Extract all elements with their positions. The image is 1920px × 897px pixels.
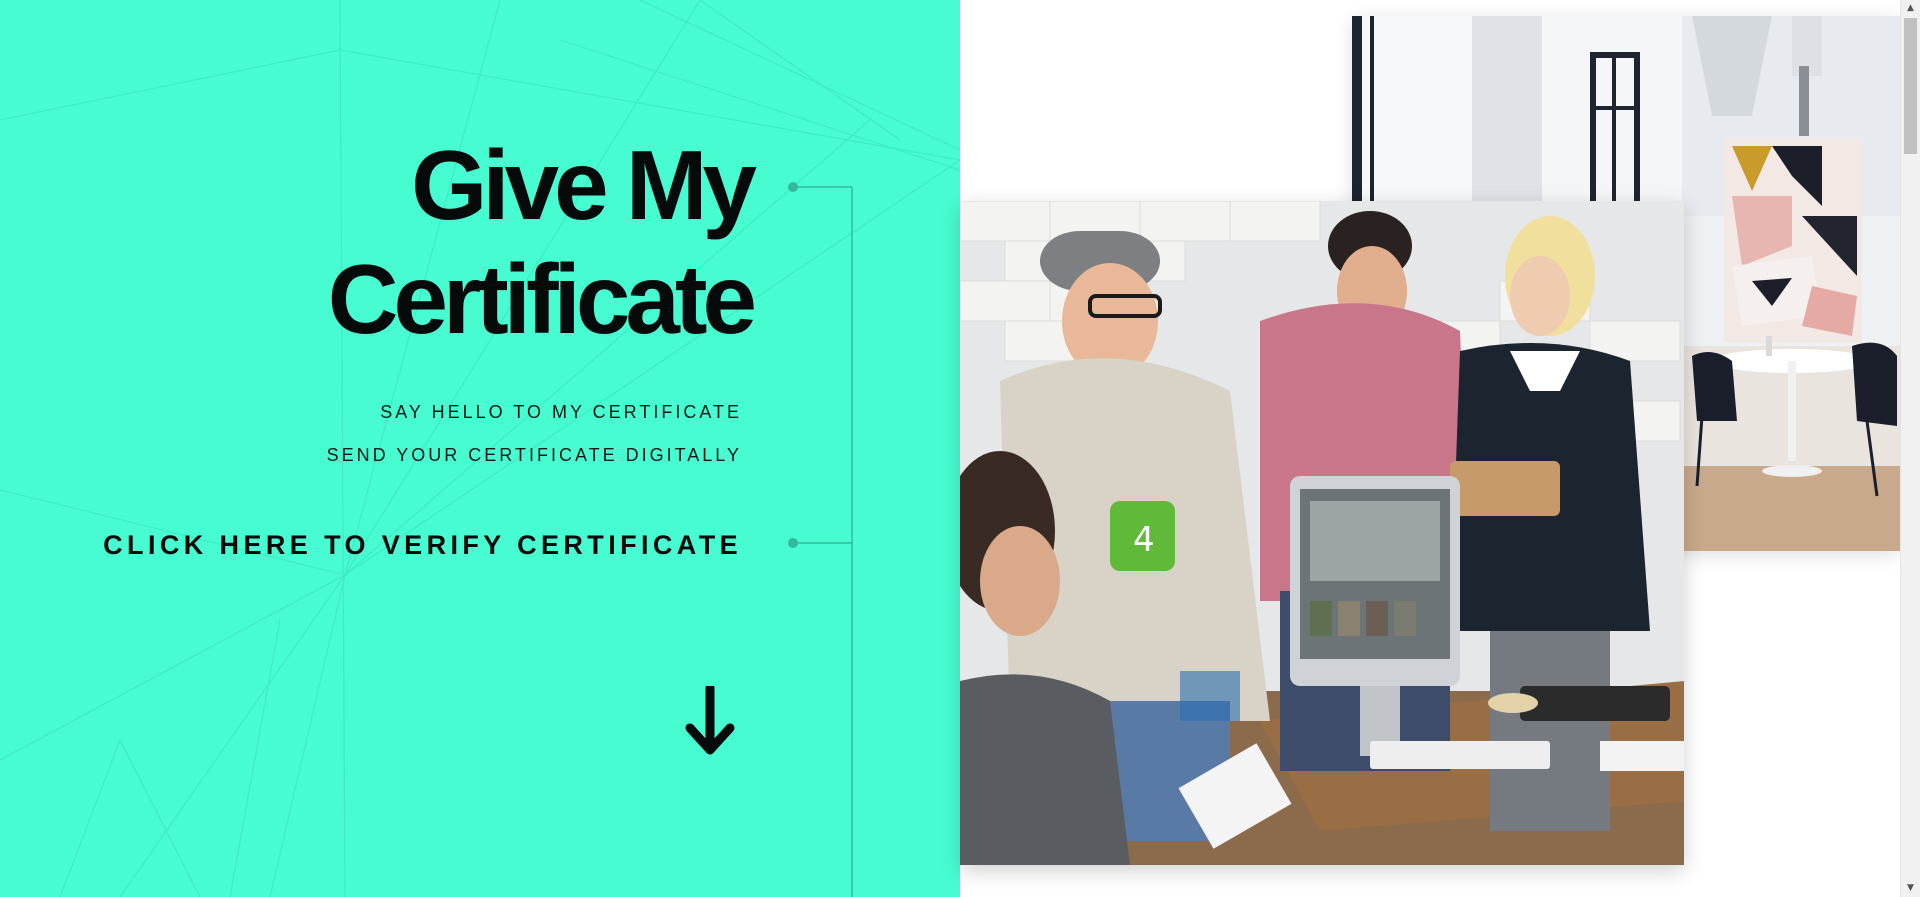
scrollbar[interactable]: ▲ ▼ <box>1900 0 1920 897</box>
arrow-down-icon[interactable] <box>684 686 736 756</box>
scrollbar-thumb[interactable] <box>1904 18 1917 154</box>
scroll-down-arrow[interactable]: ▼ <box>1901 880 1920 897</box>
tagline-send-digitally: SEND YOUR CERTIFICATE DIGITALLY <box>326 445 742 465</box>
svg-text:4: 4 <box>1133 520 1155 560</box>
hero-panel: Give My Certificate SAY HELLO TO MY CERT… <box>0 0 960 897</box>
scroll-up-arrow[interactable]: ▲ <box>1901 0 1920 17</box>
team-meeting-photo: 4 <box>960 201 1684 865</box>
tagline-say-hello: SAY HELLO TO MY CERTIFICATE <box>380 402 742 422</box>
hero-title-line1: Give My <box>411 130 757 240</box>
hero-title: Give My Certificate <box>52 128 757 356</box>
hero-title-line2: Certificate <box>327 244 757 354</box>
verify-certificate-link[interactable]: CLICK HERE TO VERIFY CERTIFICATE <box>42 530 742 561</box>
